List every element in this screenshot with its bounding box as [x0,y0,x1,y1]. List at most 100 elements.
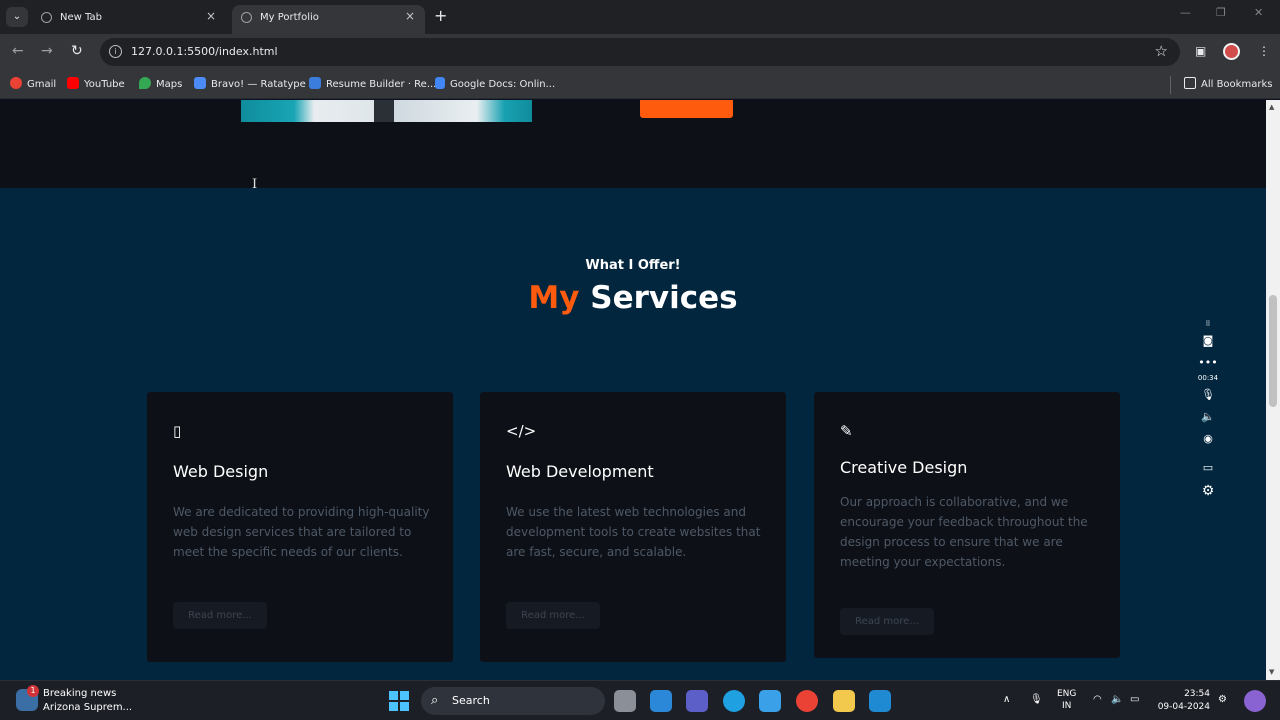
store-icon[interactable] [650,690,672,712]
volume-icon[interactable]: 🔈 [1111,694,1123,705]
vscode-icon[interactable] [869,690,891,712]
avatar[interactable] [1223,43,1240,60]
edge-icon[interactable] [723,690,745,712]
folder-icon[interactable] [833,690,855,712]
chrome-icon [41,12,52,23]
card-description: Our approach is collaborative, and we en… [840,495,1088,569]
back-icon[interactable]: ← [12,43,24,59]
heading-accent: My [528,280,580,316]
bookmark-label: Resume Builder · Re... [326,79,437,90]
portfolio-image-right [394,100,532,122]
url-text[interactable]: 127.0.0.1:5500/index.html [131,45,278,58]
bookmark-resume-builder[interactable]: Resume Builder · Re... [309,77,436,93]
bookmark-youtube[interactable]: YouTube [67,77,125,93]
all-bookmarks-button[interactable]: All Bookmarks [1184,77,1272,93]
microphone-icon[interactable]: 🎙 [1196,388,1220,401]
portfolio-image-left [241,100,374,122]
bookmark-maps[interactable]: Maps [139,77,182,93]
service-card-web-design: ▯ Web Design We are dedicated to providi… [147,392,453,662]
bookmark-label: Gmail [27,79,57,90]
microphone-icon[interactable]: 🎙 [1030,694,1043,705]
copilot-icon[interactable] [1244,690,1266,712]
services-subheading: What I Offer! [585,258,681,273]
clock-time: 23:54 [1184,689,1210,699]
card-title: Creative Design [840,458,968,477]
bookmark-google-docs[interactable]: Google Docs: Onlin... [435,77,555,93]
tab-new-tab[interactable]: New Tab × [32,5,226,34]
taskbar-search[interactable]: ⌕ Search [421,687,605,715]
card-description: We are dedicated to providing high-quali… [173,505,430,559]
language-indicator[interactable]: ENG IN [1057,688,1076,712]
settings-gear-icon[interactable]: ⚙ [1196,483,1220,499]
windows-start-icon[interactable] [389,691,409,711]
menu-icon[interactable]: ⋮ [1258,44,1270,58]
speaker-icon[interactable]: 🔈 [1196,410,1220,423]
system-clock[interactable]: 23:54 09-04-2024 [1152,688,1210,714]
file-explorer-alt-icon[interactable] [614,690,636,712]
page-scrollbar[interactable]: ▲ ▼ [1266,100,1280,680]
webcam-icon[interactable]: ◉ [1196,432,1220,445]
side-panel-icon[interactable]: ▣ [1195,44,1206,58]
recorder-handle-icon[interactable]: ⠿ [1196,320,1220,328]
page-viewport: I What I Offer! My Services ▯ Web Design… [0,100,1266,680]
resume-builder-icon [309,77,321,89]
portfolio-image-gap [374,100,394,122]
address-bar[interactable]: i 127.0.0.1:5500/index.html ☆ [100,38,1180,66]
service-card-web-development: </> Web Development We use the latest we… [480,392,786,662]
news-title[interactable]: Breaking news [43,688,116,699]
close-window-icon[interactable]: ✕ [1254,6,1263,19]
card-description: We use the latest web technologies and d… [506,505,761,559]
chrome-icon[interactable] [796,690,818,712]
folder-icon [1184,77,1196,89]
scroll-thumb[interactable] [1269,295,1277,407]
chevron-up-icon[interactable]: ∧ [1003,694,1010,705]
bookmark-ratatype[interactable]: Bravo! — Ratatype [194,77,306,93]
screen-recorder-toolbar: ⠿ ◙ ••• 00:34 🎙 🔈 ◉ ▭ ⚙ [1196,318,1220,508]
lang-line: IN [1062,701,1072,711]
windows-taskbar: 1 Breaking news Arizona Suprem... ⌕ Sear… [0,680,1280,720]
bookmark-label: YouTube [84,79,125,90]
app-icon[interactable] [759,690,781,712]
screen-icon[interactable]: ▭ [1196,461,1220,474]
read-more-button[interactable]: Read more... [840,608,934,635]
services-heading: My Services [0,280,1266,316]
news-subtitle[interactable]: Arizona Suprem... [43,702,132,713]
forward-icon[interactable]: → [41,43,53,59]
reload-icon[interactable]: ↻ [71,43,83,59]
news-badge: 1 [27,685,39,697]
google-icon [10,77,22,89]
bookmark-label: Bravo! — Ratatype [211,79,306,90]
close-icon[interactable]: × [405,9,415,23]
scroll-up-icon[interactable]: ▲ [1269,103,1274,111]
site-info-icon[interactable]: i [109,45,122,58]
hero-cta-button[interactable] [640,100,733,118]
new-tab-button[interactable]: + [434,7,447,25]
notification-icon[interactable]: ⚙ [1218,694,1227,705]
scroll-down-icon[interactable]: ▼ [1269,668,1274,676]
bookmark-label: All Bookmarks [1201,79,1273,90]
tab-search-button[interactable]: ⌄ [6,7,28,27]
battery-icon[interactable]: ▭ [1130,694,1139,705]
clock-date: 09-04-2024 [1157,702,1210,712]
wifi-icon[interactable]: ◠ [1093,694,1102,705]
tab-my-portfolio[interactable]: My Portfolio × [232,5,425,34]
docs-icon [435,77,445,89]
read-more-button[interactable]: Read more... [506,602,600,629]
heading-main: Services [590,280,738,316]
minimize-icon[interactable]: — [1180,6,1191,19]
camera-icon[interactable]: ◙ [1196,334,1220,347]
bookmark-gmail[interactable]: Gmail [10,77,56,93]
recording-timer: 00:34 [1197,374,1219,382]
search-label: Search [452,694,490,707]
bookmarks-bar: Gmail YouTube Maps Bravo! — Ratatype Res… [0,70,1280,99]
bookmark-star-icon[interactable]: ☆ [1155,42,1168,60]
close-icon[interactable]: × [206,9,216,23]
teams-icon[interactable] [686,690,708,712]
search-icon: ⌕ [431,693,439,708]
lang-line: ENG [1057,689,1077,699]
read-more-button[interactable]: Read more... [173,602,267,629]
restore-icon[interactable]: ❐ [1216,6,1226,19]
more-icon[interactable]: ••• [1196,356,1220,369]
card-title: Web Design [173,462,269,481]
card-title: Web Development [506,462,654,481]
